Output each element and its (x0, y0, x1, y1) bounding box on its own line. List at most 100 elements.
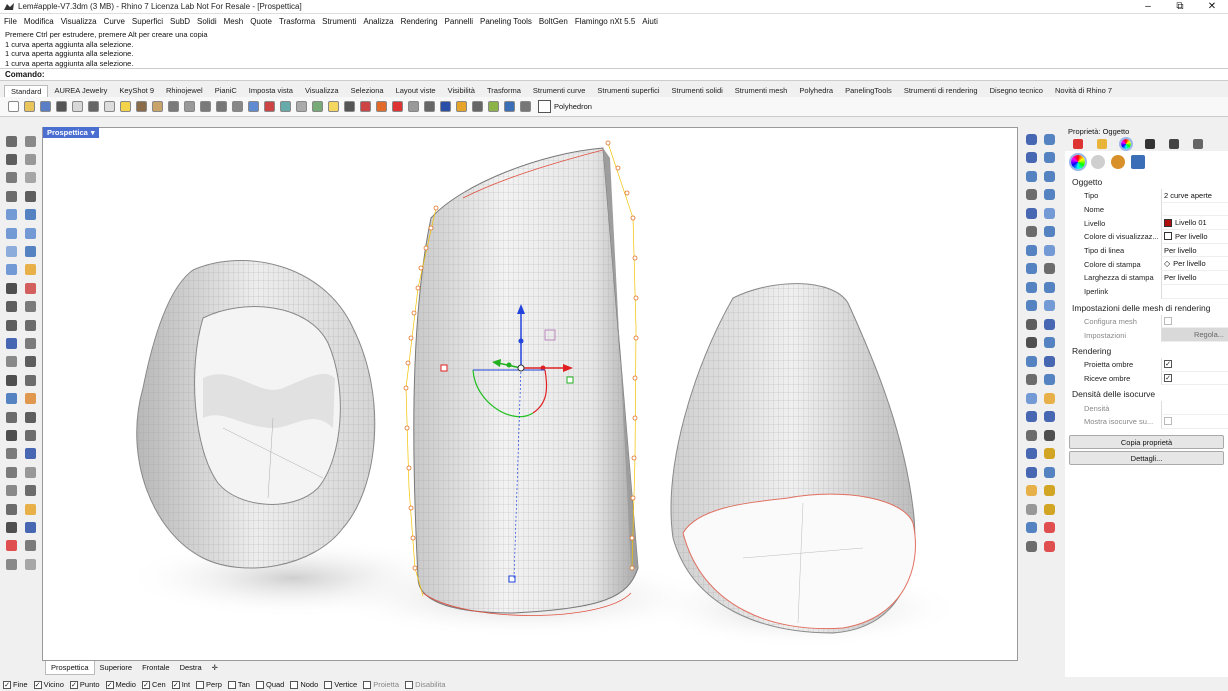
prop-value-field[interactable]: Per livello (1161, 243, 1228, 258)
toolbar-tab[interactable]: Strumenti superfici (591, 85, 665, 97)
command-input[interactable] (46, 70, 347, 79)
prop-value-field[interactable]: Per livello (1161, 271, 1228, 285)
toolbar-tool-icon[interactable] (102, 99, 117, 114)
left-tool-icon[interactable] (22, 372, 38, 388)
right-tool-icon[interactable] (1023, 298, 1039, 314)
cast-shadows-checkbox[interactable]: ✓ (1164, 360, 1172, 369)
left-tool-icon[interactable] (3, 243, 19, 259)
right-tool-icon[interactable] (1041, 224, 1057, 240)
left-tool-icon[interactable] (3, 188, 19, 204)
menu-item[interactable]: Pannelli (445, 17, 473, 26)
left-tool-icon[interactable] (22, 188, 38, 204)
toolbar-tool-icon[interactable] (342, 99, 357, 114)
osnap-checkbox[interactable] (405, 680, 414, 689)
left-tool-icon[interactable] (22, 207, 38, 223)
right-tool-icon[interactable] (1023, 316, 1039, 332)
right-tool-icon[interactable] (1023, 131, 1039, 147)
right-tool-icon[interactable] (1041, 409, 1057, 425)
left-tool-icon[interactable] (22, 170, 38, 186)
right-tool-icon[interactable] (1023, 335, 1039, 351)
toolbar-tool-icon[interactable] (86, 99, 101, 114)
right-tool-icon[interactable] (1023, 520, 1039, 536)
menu-item[interactable]: Solidi (197, 17, 217, 26)
left-tool-icon[interactable] (3, 519, 19, 535)
toolbar-tool-icon[interactable] (118, 99, 133, 114)
menu-item[interactable]: Mesh (224, 17, 244, 26)
osnap-option[interactable]: ✓ Fine (3, 680, 28, 689)
add-viewport-tab-icon[interactable]: ✛ (207, 661, 223, 674)
color-wheel-icon[interactable] (1069, 153, 1087, 171)
osnap-checkbox[interactable] (363, 680, 372, 689)
prop-value-field[interactable]: 2 curve aperte (1161, 189, 1228, 203)
minimize-button[interactable]: – (1132, 0, 1164, 14)
right-tool-icon[interactable] (1041, 261, 1057, 277)
toolbar-tool-icon[interactable] (214, 99, 229, 114)
material-tab-icon[interactable] (1119, 137, 1133, 151)
toolbar-tool-icon[interactable] (486, 99, 501, 114)
menu-item[interactable]: SubD (170, 17, 190, 26)
osnap-option[interactable]: Nodo (290, 680, 318, 689)
left-tool-icon[interactable] (22, 317, 38, 333)
right-tool-icon[interactable] (1023, 279, 1039, 295)
osnap-option[interactable]: Proietta (363, 680, 399, 689)
left-tool-icon[interactable] (3, 262, 19, 278)
left-tool-icon[interactable] (22, 262, 38, 278)
camera-tab-icon[interactable] (1169, 139, 1179, 149)
toolbar-tool-icon[interactable] (294, 99, 309, 114)
toolbar-tool-icon[interactable] (166, 99, 181, 114)
right-tool-icon[interactable] (1023, 483, 1039, 499)
toolbar-tool-icon[interactable] (438, 99, 453, 114)
left-tool-icon[interactable] (22, 483, 38, 499)
right-tool-icon[interactable] (1041, 372, 1057, 388)
left-tool-icon[interactable] (3, 391, 19, 407)
toolbar-tool-icon[interactable] (246, 99, 261, 114)
left-tool-icon[interactable] (3, 372, 19, 388)
left-tool-icon[interactable] (3, 207, 19, 223)
left-tool-icon[interactable] (22, 464, 38, 480)
menu-item[interactable]: Superfici (132, 17, 163, 26)
menu-item[interactable]: Flamingo nXt 5.5 (575, 17, 635, 26)
right-tool-icon[interactable] (1041, 279, 1057, 295)
curve-icon[interactable] (1091, 155, 1105, 169)
osnap-option[interactable]: Vertice (324, 680, 357, 689)
right-tool-icon[interactable] (1041, 205, 1057, 221)
menu-item[interactable]: Rendering (401, 17, 438, 26)
left-tool-icon[interactable] (22, 335, 38, 351)
menu-item[interactable]: Aiuti (642, 17, 658, 26)
right-tool-icon[interactable] (1041, 520, 1057, 536)
toolbar-tool-icon[interactable] (278, 99, 293, 114)
left-tool-icon[interactable] (22, 427, 38, 443)
toolbar-tab[interactable]: Rhinojewel (160, 85, 209, 97)
right-tool-icon[interactable] (1041, 427, 1057, 443)
left-tool-icon[interactable] (3, 409, 19, 425)
prop-value-field[interactable]: Per livello (1161, 230, 1228, 244)
right-tool-icon[interactable] (1041, 446, 1057, 462)
left-tool-icon[interactable] (22, 556, 38, 572)
right-tool-icon[interactable] (1041, 353, 1057, 369)
center-vase-object[interactable] (403, 140, 639, 616)
osnap-option[interactable]: ✓ Cen (141, 680, 166, 689)
toolbar-tab[interactable]: Strumenti curve (527, 85, 592, 97)
left-tool-icon[interactable] (3, 446, 19, 462)
right-tool-icon[interactable] (1023, 464, 1039, 480)
toolbar-tool-icon[interactable] (150, 99, 165, 114)
left-tool-icon[interactable] (22, 538, 38, 554)
osnap-checkbox[interactable] (227, 680, 236, 689)
right-tool-icon[interactable] (1041, 501, 1057, 517)
right-tool-icon[interactable] (1041, 483, 1057, 499)
osnap-option[interactable]: Tan (227, 680, 250, 689)
right-tool-icon[interactable] (1023, 390, 1039, 406)
left-tool-icon[interactable] (22, 519, 38, 535)
osnap-checkbox[interactable] (324, 680, 333, 689)
left-tool-icon[interactable] (3, 151, 19, 167)
right-tool-icon[interactable] (1041, 464, 1057, 480)
toolbar-tool-icon[interactable] (182, 99, 197, 114)
left-tool-icon[interactable] (3, 280, 19, 296)
left-tool-icon[interactable] (22, 354, 38, 370)
toolbar-tab[interactable]: PanelingTools (839, 85, 898, 97)
restore-button[interactable]: ⧉ (1164, 0, 1196, 14)
toolbar-tool-icon[interactable] (38, 99, 53, 114)
show-isocurves-checkbox[interactable] (1164, 417, 1172, 426)
left-chair-object[interactable] (136, 260, 376, 569)
configure-mesh-checkbox[interactable] (1164, 316, 1172, 325)
